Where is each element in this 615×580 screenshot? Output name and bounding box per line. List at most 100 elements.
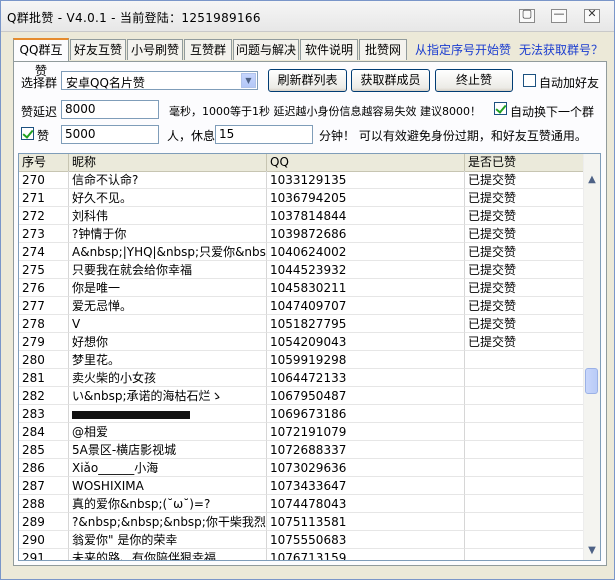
table-row[interactable]: 270 信命不认命? 1033129135 已提交赞 [19, 171, 584, 189]
row-nickname: Xiǎo______小海 [69, 459, 267, 477]
get-group-members-button[interactable]: 获取群成员 [351, 69, 430, 92]
group-select[interactable]: 安卓QQ名片赞 ▼ [61, 71, 258, 90]
row-nickname: 你是唯一 [69, 279, 267, 297]
chevron-down-icon[interactable]: ▼ [241, 73, 256, 88]
row-index: 281 [19, 369, 69, 387]
row-qq: 1059919298 [267, 351, 465, 369]
row-nickname: 卖火柴的小女孩 [69, 369, 267, 387]
table-row[interactable]: 288 真的爱你&nbsp;(˘ω˘)=? 1074478043 [19, 495, 584, 513]
table-row[interactable]: 281 卖火柴的小女孩 1064472133 [19, 369, 584, 387]
row-qq: 1072688337 [267, 441, 465, 459]
table-row[interactable]: 291 未来的路、有你陪伴狠幸福 1076713159 [19, 549, 584, 560]
table-row[interactable]: 287 WOSHIXIMA 1073433647 [19, 477, 584, 495]
row-qq: 1054209043 [267, 333, 465, 351]
row-liked-status [465, 513, 584, 531]
tab-like-groups[interactable]: 互赞群 [184, 39, 232, 60]
row-liked-status: 已提交赞 [465, 225, 584, 243]
auto-switch-group-label: 自动换下一个群 [510, 105, 595, 119]
row-index: 273 [19, 225, 69, 243]
row-qq: 1040624002 [267, 243, 465, 261]
row-qq: 1073433647 [267, 477, 465, 495]
group-select-value: 安卓QQ名片赞 [66, 76, 145, 90]
row-index: 283 [19, 405, 69, 423]
row-nickname: WOSHIXIMA [69, 477, 267, 495]
scroll-thumb[interactable] [585, 368, 598, 394]
row-index: 270 [19, 171, 69, 189]
column-qq[interactable]: QQ [267, 154, 465, 171]
row-qq: 1045830211 [267, 279, 465, 297]
table-row[interactable]: 271 好久不见。 1036794205 已提交赞 [19, 189, 584, 207]
row-liked-status [465, 441, 584, 459]
row-nickname: い&nbsp;承诺的海枯石烂ゝ [69, 387, 267, 405]
row-qq: 1044523932 [267, 261, 465, 279]
tab-qq-group-like[interactable]: QQ群互赞 [13, 38, 69, 78]
tab-faq[interactable]: 问题与解决 [233, 39, 299, 60]
like-count-input[interactable]: 5000 [61, 125, 159, 144]
scroll-up-icon[interactable]: ▲ [584, 171, 600, 188]
column-liked-status[interactable]: 是否已赞 [465, 154, 584, 171]
row-nickname: 5A景区-横店影视城 [69, 441, 267, 459]
table-row[interactable]: 285 5A景区-横店影视城 1072688337 [19, 441, 584, 459]
table-row[interactable]: 277 爱无忌惮。 1047409707 已提交赞 [19, 297, 584, 315]
redacted-nickname-bar [72, 410, 190, 419]
row-qq: 1069673186 [267, 405, 465, 423]
app-window: Q群批赞 - V4.0.1 - 当前登陆：1251989166 ▢ — ✕ QQ… [0, 0, 615, 580]
table-row[interactable]: 272 刘科伟 1037814844 已提交赞 [19, 207, 584, 225]
row-index: 277 [19, 297, 69, 315]
tab-manual[interactable]: 软件说明 [300, 39, 358, 60]
table-row[interactable]: 279 好想你 1054209043 已提交赞 [19, 333, 584, 351]
cannot-get-group-link[interactable]: 无法获取群号？ [519, 41, 603, 58]
row-liked-status [465, 531, 584, 549]
table-row[interactable]: 274 A&nbsp;|YHQ|&nbsp;只爱你&nbs… 1040624002 已… [19, 243, 584, 261]
scroll-down-icon[interactable]: ▼ [584, 542, 600, 559]
row-index: 276 [19, 279, 69, 297]
refresh-group-list-button[interactable]: 刷新群列表 [268, 69, 347, 92]
row-nickname: 梦里花。 [69, 351, 267, 369]
row-liked-status [465, 477, 584, 495]
stop-like-button[interactable]: 终止赞 [435, 69, 513, 92]
tab-website[interactable]: 批赞网 [359, 39, 407, 60]
table-row[interactable]: 283 1069673186 [19, 405, 584, 423]
table-row[interactable]: 276 你是唯一 1045830211 已提交赞 [19, 279, 584, 297]
table-row[interactable]: 282 い&nbsp;承诺的海枯石烂ゝ 1067950487 [19, 387, 584, 405]
restore-button[interactable]: ▢ [519, 7, 535, 23]
row-qq: 1075550683 [267, 531, 465, 549]
row-qq: 1075113581 [267, 513, 465, 531]
row-index: 272 [19, 207, 69, 225]
minimize-button[interactable]: — [551, 7, 567, 23]
row-liked-status [465, 351, 584, 369]
table-row[interactable]: 278 V 1051827795 已提交赞 [19, 315, 584, 333]
row-index: 289 [19, 513, 69, 531]
table-row[interactable]: 286 Xiǎo______小海 1073029636 [19, 459, 584, 477]
table-row[interactable]: 280 梦里花。 1059919298 [19, 351, 584, 369]
table-row[interactable]: 273 ?钟情于你 1039872686 已提交赞 [19, 225, 584, 243]
start-from-index-link[interactable]: 从指定序号开始赞 [415, 41, 511, 58]
tab-friend-like[interactable]: 好友互赞 [70, 39, 126, 60]
row-liked-status [465, 405, 584, 423]
auto-switch-group-checkbox[interactable] [494, 102, 507, 115]
table-row[interactable]: 290 翁爱你" 是你的荣幸 1075550683 [19, 531, 584, 549]
delay-input[interactable]: 8000 [61, 100, 159, 119]
like-limit-checkbox[interactable] [21, 127, 34, 140]
vertical-scrollbar[interactable]: ▲ ▼ [583, 154, 600, 560]
row-qq: 1037814844 [267, 207, 465, 225]
restore-icon: ▢ [521, 7, 533, 20]
row-qq: 1073029636 [267, 459, 465, 477]
row-index: 282 [19, 387, 69, 405]
row-liked-status: 已提交赞 [465, 297, 584, 315]
tab-alt-account-like[interactable]: 小号刷赞 [127, 39, 183, 60]
column-index[interactable]: 序号 [19, 154, 69, 171]
auto-add-friend-checkbox[interactable] [523, 74, 536, 87]
table-row[interactable]: 275 只要我在就会给你幸福 1044523932 已提交赞 [19, 261, 584, 279]
row-nickname [69, 405, 267, 423]
table-row[interactable]: 284 @相爱 1072191079 [19, 423, 584, 441]
row-nickname: @相爱 [69, 423, 267, 441]
column-nickname[interactable]: 昵称 [69, 154, 267, 171]
table-row[interactable]: 289?&nbsp;&nbsp;&nbsp;你干柴我烈火@1075113581 [19, 513, 584, 531]
row-index: 280 [19, 351, 69, 369]
close-button[interactable]: ✕ [584, 7, 600, 23]
row-qq: 1072191079 [267, 423, 465, 441]
row-nickname: ?&nbsp;&nbsp;&nbsp;你干柴我烈火@ [69, 513, 267, 531]
rest-minutes-input[interactable]: 15 [215, 125, 313, 144]
row-index: 288 [19, 495, 69, 513]
